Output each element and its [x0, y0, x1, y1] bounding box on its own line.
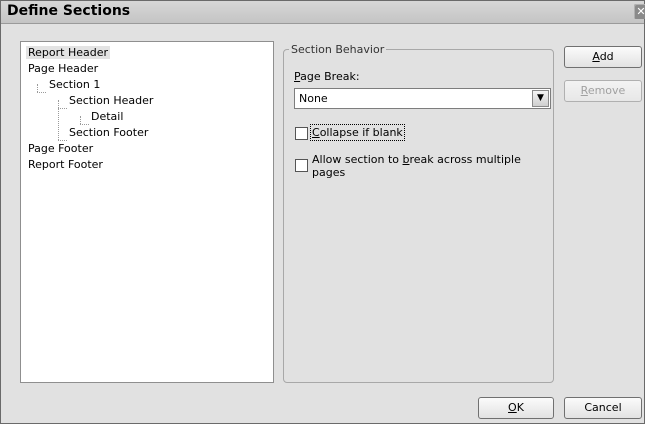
tree-item-section-footer[interactable]: Section Footer	[69, 126, 148, 139]
tree-connector	[58, 140, 67, 141]
tree-connector	[80, 124, 89, 125]
tree-item-page-header[interactable]: Page Header	[28, 62, 98, 75]
add-button[interactable]: Add	[564, 46, 642, 68]
tree-item-report-footer[interactable]: Report Footer	[28, 158, 103, 171]
title-bar: Define Sections ✕	[1, 1, 645, 24]
tree-connector	[37, 92, 46, 93]
define-sections-dialog: Define Sections ✕ Report Header Page Hea…	[0, 0, 645, 424]
close-icon[interactable]: ✕	[634, 4, 645, 19]
section-behavior-legend: Section Behavior	[289, 43, 387, 56]
tree-item-report-header[interactable]: Report Header	[26, 46, 111, 59]
remove-button[interactable]: Remove	[564, 80, 642, 102]
tree-item-detail[interactable]: Detail	[91, 110, 123, 123]
sections-tree[interactable]: Report Header Page Header Section 1 Sect…	[20, 41, 274, 383]
dialog-title: Define Sections	[7, 3, 131, 19]
tree-item-section-header[interactable]: Section Header	[69, 94, 153, 107]
chevron-down-icon[interactable]: ▼	[532, 90, 549, 107]
allow-break-checkbox[interactable]	[295, 159, 308, 172]
allow-break-label-line2[interactable]: pages	[312, 166, 345, 179]
tree-connector	[58, 108, 67, 109]
cancel-button[interactable]: Cancel	[564, 397, 642, 419]
collapse-if-blank-label[interactable]: Collapse if blank	[310, 124, 405, 141]
tree-connector	[80, 116, 81, 124]
tree-connector	[37, 84, 38, 92]
tree-item-page-footer[interactable]: Page Footer	[28, 142, 93, 155]
collapse-if-blank-checkbox[interactable]	[295, 127, 308, 140]
page-break-value: None	[299, 92, 328, 105]
tree-item-section-1[interactable]: Section 1	[49, 78, 100, 91]
tree-connector	[58, 100, 59, 140]
allow-break-label[interactable]: Allow section to break across multiple	[312, 153, 521, 166]
page-break-label: Page Break:	[294, 70, 360, 83]
ok-button[interactable]: OK	[478, 397, 554, 419]
page-break-select[interactable]: None ▼	[294, 88, 551, 109]
